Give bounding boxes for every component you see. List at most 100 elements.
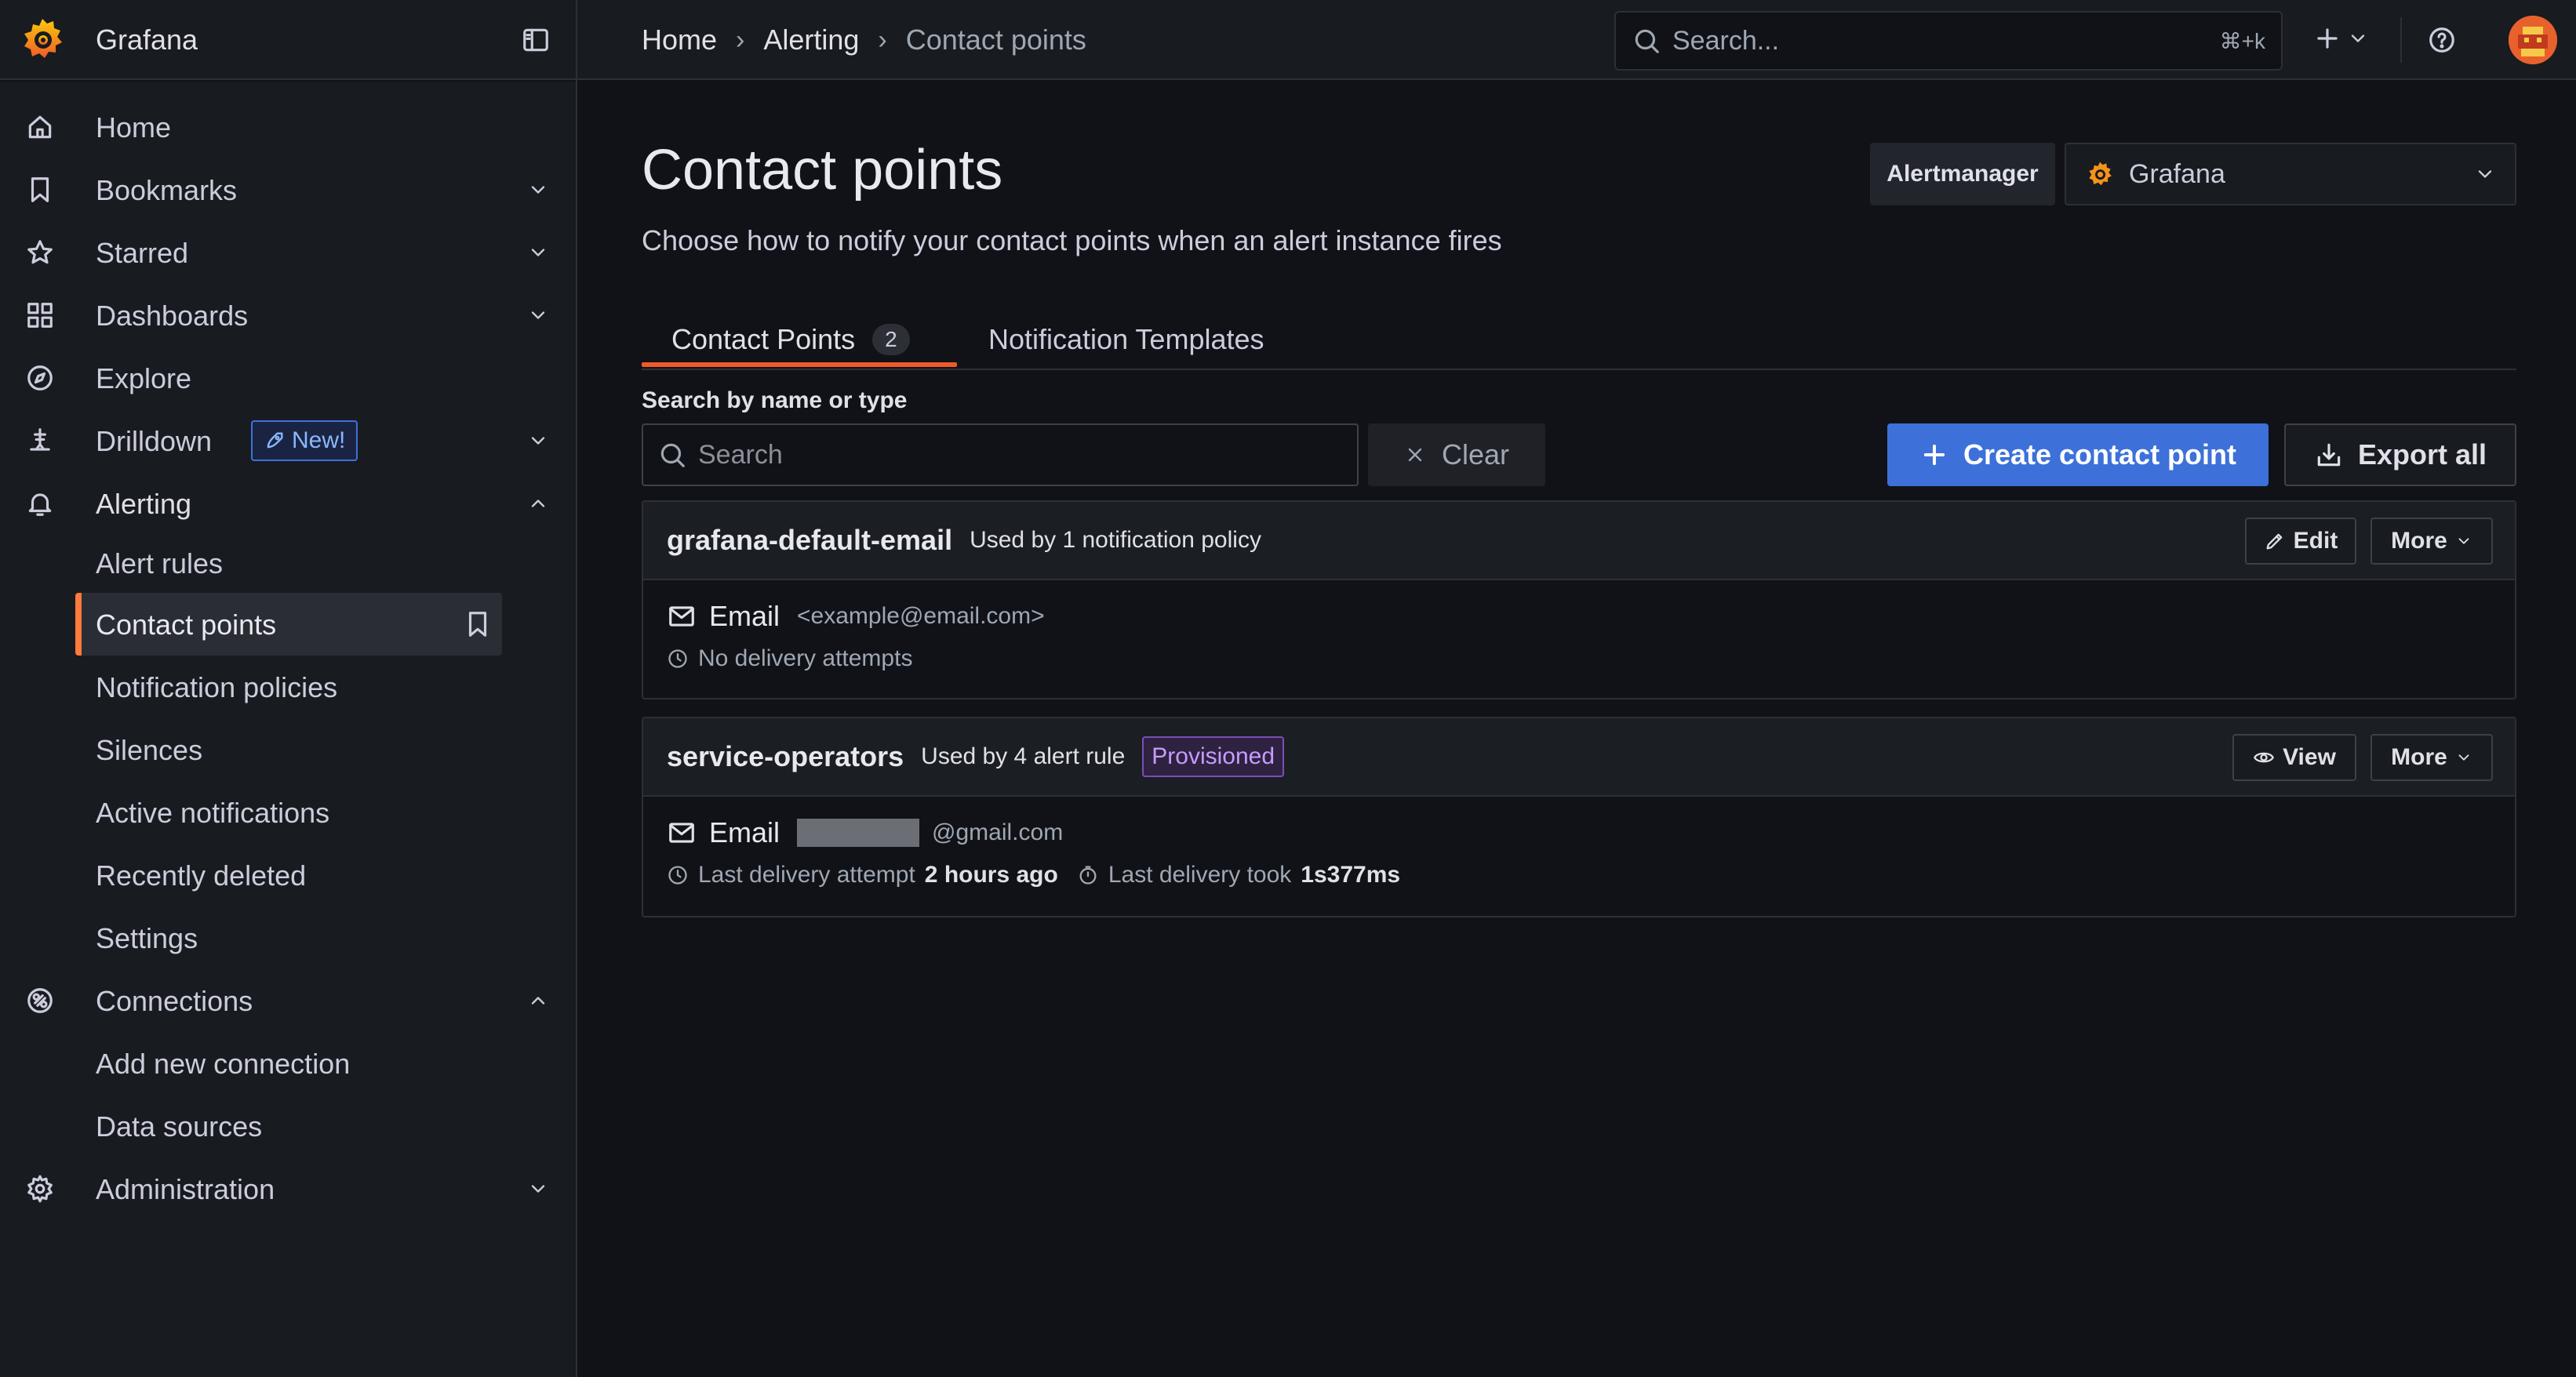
star-icon	[25, 238, 55, 267]
export-all-button[interactable]: Export all	[2284, 423, 2516, 486]
sidebar-item-bookmarks[interactable]: Bookmarks	[0, 158, 576, 221]
clock-icon	[667, 864, 689, 886]
delivery-status: No delivery attempts	[698, 645, 913, 671]
sidebar-item-alert-rules[interactable]: Alert rules	[0, 532, 576, 594]
sidebar-item-administration[interactable]: Administration	[0, 1157, 576, 1220]
search-input[interactable]: Search	[642, 423, 1359, 486]
eye-icon	[2253, 747, 2275, 768]
top-bar: Grafana Home › Alerting › Contact points…	[0, 0, 2576, 80]
more-button[interactable]: More	[2370, 734, 2493, 781]
sidebar-item-notification-policies[interactable]: Notification policies	[0, 656, 576, 718]
pencil-icon	[2264, 530, 2286, 552]
sidebar-item-label: Alerting	[96, 488, 192, 520]
alertmanager-value: Grafana	[2129, 158, 2225, 189]
sidebar-item-add-new-connection[interactable]: Add new connection	[0, 1032, 576, 1095]
alertmanager-select[interactable]: Grafana	[2065, 143, 2516, 205]
sidebar-item-label: Home	[96, 111, 172, 144]
compass-icon	[25, 363, 55, 393]
sidebar-item-alerting[interactable]: Alerting	[0, 472, 576, 535]
sidebar-item-label: Active notifications	[96, 797, 330, 829]
bookmark-icon[interactable]	[463, 609, 493, 639]
integration-address: <example@email.com>	[797, 603, 1045, 629]
sidebar-item-drilldown[interactable]: Drilldown New!	[0, 409, 576, 472]
timer-icon	[1077, 864, 1099, 886]
gear-icon	[25, 1174, 55, 1204]
contact-point-card: grafana-default-email Used by 1 notifica…	[642, 500, 2516, 699]
tab-notification-templates[interactable]: Notification Templates	[988, 311, 1264, 369]
home-icon	[25, 112, 55, 142]
sidebar-item-starred[interactable]: Starred	[0, 221, 576, 284]
chevron-down-icon[interactable]	[527, 304, 549, 326]
sidebar-item-label: Administration	[96, 1173, 275, 1205]
integration-address: @gmail.com	[932, 819, 1064, 845]
breadcrumb-home[interactable]: Home	[642, 24, 717, 56]
breadcrumb-alerting[interactable]: Alerting	[763, 24, 859, 56]
sidebar-item-label: Connections	[96, 985, 253, 1017]
connections-icon	[25, 986, 55, 1015]
integration-type: Email	[709, 600, 780, 632]
plus-icon	[1919, 440, 1949, 470]
view-label: View	[2283, 744, 2336, 770]
sidebar-item-recently-deleted[interactable]: Recently deleted	[0, 844, 576, 906]
more-button[interactable]: More	[2370, 518, 2493, 565]
rocket-icon	[264, 430, 286, 452]
tab-count-badge: 2	[872, 324, 910, 355]
breadcrumb-separator: ›	[878, 24, 887, 55]
export-label: Export all	[2357, 438, 2487, 471]
sidebar-item-data-sources[interactable]: Data sources	[0, 1095, 576, 1157]
chevron-down-icon	[2455, 532, 2472, 550]
chevron-down-icon[interactable]	[527, 242, 549, 263]
chevron-down-icon[interactable]	[527, 179, 549, 201]
delivery-status-row: Last delivery attempt 2 hours ago Last d…	[667, 853, 2491, 897]
create-contact-point-button[interactable]: Create contact point	[1887, 423, 2269, 486]
sidebar-item-explore[interactable]: Explore	[0, 347, 576, 409]
sidebar-item-home[interactable]: Home	[0, 96, 576, 158]
contact-point-usage[interactable]: Used by 4 alert rule	[921, 743, 1125, 770]
integration-type: Email	[709, 816, 780, 848]
provisioned-badge: Provisioned	[1142, 736, 1285, 777]
sidebar-item-dashboards[interactable]: Dashboards	[0, 284, 576, 347]
new-badge-label: New!	[292, 427, 346, 453]
sidebar-item-settings[interactable]: Settings	[0, 906, 576, 969]
sidebar-item-label: Explore	[96, 362, 192, 394]
chevron-down-icon	[2347, 27, 2369, 49]
tab-contact-points[interactable]: Contact Points 2	[642, 311, 957, 369]
search-shortcut: ⌘+k	[2219, 28, 2265, 53]
divider	[2400, 17, 2402, 63]
sidebar-item-active-notifications[interactable]: Active notifications	[0, 781, 576, 844]
sidebar-item-label: Starred	[96, 237, 189, 269]
last-attempt-value: 2 hours ago	[924, 862, 1058, 888]
sidebar-item-label: Bookmarks	[96, 174, 238, 206]
contact-point-integrations: Email <example@email.com> No delivery at…	[643, 580, 2515, 696]
chevron-up-icon[interactable]	[527, 990, 549, 1012]
chevron-down-icon[interactable]	[527, 430, 549, 452]
contact-point-header: service-operators Used by 4 alert rule P…	[643, 718, 2515, 797]
more-label: More	[2391, 744, 2447, 770]
breadcrumb-separator: ›	[736, 24, 745, 55]
dock-menu-icon[interactable]	[521, 25, 551, 55]
last-duration-label: Last delivery took	[1108, 862, 1292, 888]
alertmanager-label: Alertmanager	[1870, 143, 2055, 205]
sidebar-item-silences[interactable]: Silences	[0, 718, 576, 781]
grafana-logo-icon[interactable]	[17, 14, 67, 64]
clear-button[interactable]: Clear	[1368, 423, 1545, 486]
last-attempt-label: Last delivery attempt	[698, 862, 915, 888]
sidebar-item-connections[interactable]: Connections	[0, 969, 576, 1032]
bookmark-icon	[25, 175, 55, 205]
mail-icon	[667, 601, 697, 631]
chevron-down-icon[interactable]	[527, 1178, 549, 1200]
chevron-up-icon[interactable]	[527, 492, 549, 514]
search-icon	[657, 440, 687, 470]
global-search-input[interactable]: Search... ⌘+k	[1614, 11, 2283, 71]
user-avatar[interactable]	[2509, 16, 2557, 64]
sidebar-item-label: Alert rules	[96, 547, 224, 580]
new-menu-button[interactable]	[2312, 24, 2369, 53]
edit-button[interactable]: Edit	[2245, 518, 2356, 565]
contact-point-usage[interactable]: Used by 1 notification policy	[970, 527, 1261, 554]
brand-name: Grafana	[96, 24, 198, 56]
help-icon[interactable]	[2427, 25, 2457, 55]
mail-icon	[667, 818, 697, 848]
view-button[interactable]: View	[2232, 734, 2356, 781]
contact-point-card: service-operators Used by 4 alert rule P…	[642, 717, 2516, 917]
clear-label: Clear	[1441, 438, 1510, 471]
